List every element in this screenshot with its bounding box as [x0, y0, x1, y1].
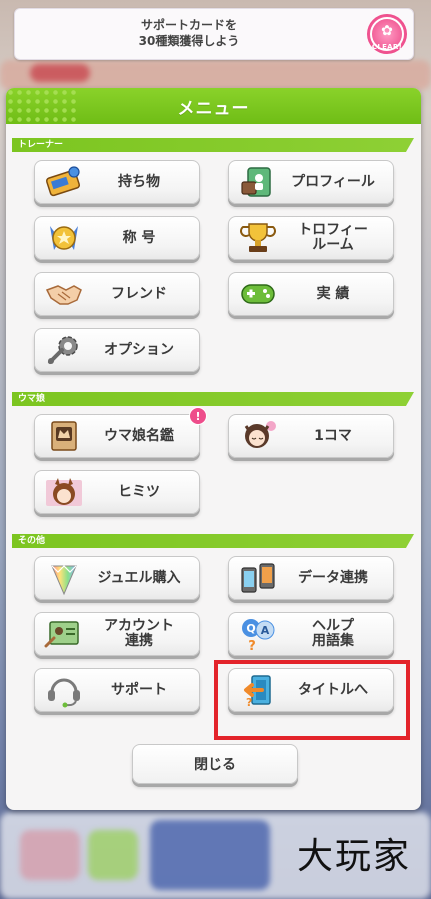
svg-text:A: A: [261, 624, 270, 637]
qa-bubbles-icon: Q A ?: [235, 614, 281, 654]
achievements-label: 実 績: [316, 285, 350, 302]
data-link-label: データ連携: [298, 569, 368, 586]
trophy-room-label: トロフィー ルーム: [298, 222, 368, 253]
svg-text:?: ?: [248, 639, 256, 652]
title-badge-button[interactable]: 称 号: [34, 216, 200, 260]
section-umamusume: ウマ娘: [12, 392, 414, 406]
book-icon: [41, 416, 87, 456]
support-label: サポート: [111, 681, 167, 698]
options-button[interactable]: オプション: [34, 328, 200, 372]
help-glossary-label: ヘルプ 用語集: [312, 618, 354, 649]
gamepad-icon: [235, 274, 281, 314]
uma-guide-button[interactable]: ウマ娘名鑑 !: [34, 407, 207, 458]
id-card-icon: [41, 614, 87, 654]
watermark-text: 大玩家: [296, 836, 411, 877]
section-label-umamusume: ウマ娘: [18, 394, 46, 404]
items-label: 持ち物: [118, 173, 160, 190]
account-link-button[interactable]: アカウント 連携: [34, 612, 200, 656]
mission-banner[interactable]: サポートカードを 30種類獲得しよう ✿ CLEAR!: [14, 8, 414, 60]
character-portrait-icon: [41, 472, 87, 512]
support-button[interactable]: サポート: [34, 668, 200, 712]
section-label-trainer: トレーナー: [18, 140, 64, 150]
section-other: その他: [12, 534, 414, 548]
character-chibi-icon: [235, 416, 281, 456]
gear-wrench-icon: [41, 330, 87, 370]
handshake-icon: [41, 274, 87, 314]
secret-button[interactable]: ヒミツ: [34, 470, 200, 514]
headset-icon: [41, 670, 87, 710]
trophy-badge-icon: ✿ CLEAR!: [367, 14, 407, 54]
notification-badge: !: [189, 407, 207, 425]
trophy-room-button[interactable]: トロフィー ルーム: [228, 216, 394, 260]
title-badge-label: 称 号: [122, 229, 156, 246]
profile-card-icon: [235, 162, 281, 202]
one-frame-label: 1コマ: [314, 427, 352, 444]
jewel-icon: [41, 558, 87, 598]
data-link-button[interactable]: データ連携: [228, 556, 394, 600]
friend-button[interactable]: フレンド: [34, 272, 200, 316]
profile-label: プロフィール: [291, 173, 375, 190]
uma-guide-label: ウマ娘名鑑: [104, 427, 174, 444]
trophy-icon: [235, 218, 281, 258]
profile-button[interactable]: プロフィール: [228, 160, 394, 204]
highlight-box: [214, 660, 410, 740]
items-button[interactable]: 持ち物: [34, 160, 200, 204]
one-frame-button[interactable]: 1コマ: [228, 414, 394, 458]
mission-text: サポートカードを 30種類獲得しよう: [138, 18, 240, 48]
medal-icon: [41, 218, 87, 258]
jewel-purchase-label: ジュエル購入: [97, 569, 181, 586]
section-label-other: その他: [18, 536, 46, 546]
section-trainer: トレーナー: [12, 138, 414, 152]
secret-label: ヒミツ: [118, 483, 160, 500]
jewel-purchase-button[interactable]: ジュエル購入: [34, 556, 200, 600]
phones-sync-icon: [235, 558, 281, 598]
menu-title: メニュー: [177, 98, 250, 119]
svg-text:Q: Q: [246, 622, 255, 635]
menu-header: メニュー: [6, 88, 421, 124]
close-button[interactable]: 閉じる: [132, 744, 298, 784]
achievements-button[interactable]: 実 績: [228, 272, 394, 316]
friend-label: フレンド: [111, 285, 167, 302]
help-glossary-button[interactable]: Q A ? ヘルプ 用語集: [228, 612, 394, 656]
items-icon: [41, 162, 87, 202]
clear-label: CLEAR!: [371, 43, 403, 51]
account-link-label: アカウント 連携: [104, 618, 174, 649]
options-label: オプション: [104, 341, 174, 358]
